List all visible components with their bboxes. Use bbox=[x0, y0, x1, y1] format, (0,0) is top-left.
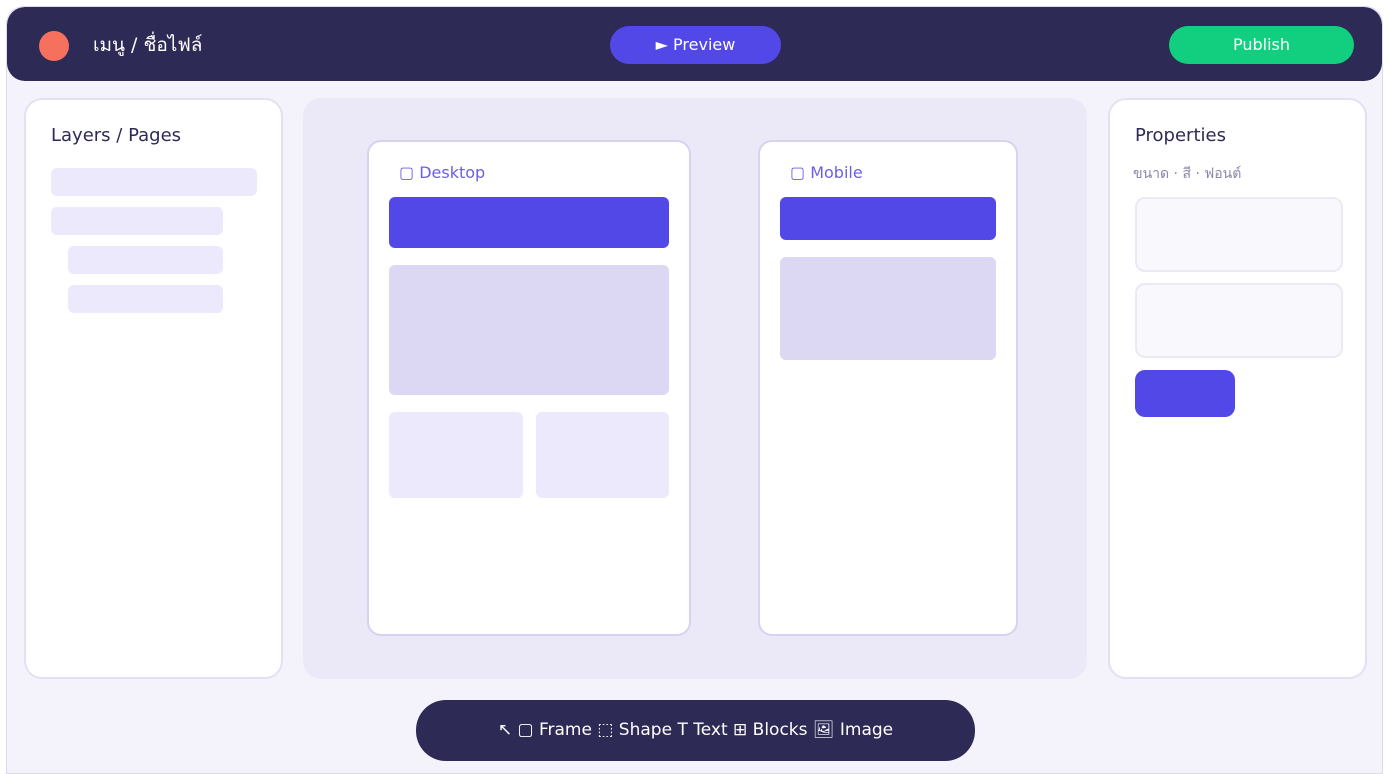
publish-button[interactable]: Publish bbox=[1169, 26, 1354, 64]
app-window: เมนู / ชื่อไฟล์ ► Preview Publish Layers… bbox=[6, 6, 1383, 774]
desktop-card-block[interactable] bbox=[389, 412, 523, 498]
desktop-media-block[interactable] bbox=[389, 265, 669, 395]
desktop-hero-block[interactable] bbox=[389, 197, 669, 248]
desktop-frame[interactable]: ▢ Desktop bbox=[367, 140, 691, 636]
layer-item[interactable] bbox=[68, 246, 223, 274]
preview-button[interactable]: ► Preview bbox=[610, 26, 781, 64]
layers-panel: Layers / Pages bbox=[24, 98, 283, 679]
desktop-frame-label: ▢ Desktop bbox=[399, 163, 486, 182]
layer-item[interactable] bbox=[51, 207, 223, 235]
mobile-hero-block[interactable] bbox=[780, 197, 996, 240]
mobile-frame-label: ▢ Mobile bbox=[790, 163, 863, 182]
design-canvas[interactable]: ▢ Desktop ▢ Mobile bbox=[303, 98, 1087, 679]
status-dot-icon bbox=[39, 31, 69, 61]
mobile-frame[interactable]: ▢ Mobile bbox=[758, 140, 1018, 636]
top-bar: เมนู / ชื่อไฟล์ ► Preview Publish bbox=[7, 7, 1382, 81]
file-title: เมนู / ชื่อไฟล์ bbox=[93, 34, 203, 56]
tool-dock[interactable]: ↖ ▢ Frame ⬚ Shape T Text ⊞ Blocks 🖼 Imag… bbox=[416, 700, 975, 761]
desktop-card-block[interactable] bbox=[536, 412, 669, 498]
layer-item[interactable] bbox=[68, 285, 223, 313]
layers-panel-title: Layers / Pages bbox=[51, 125, 182, 146]
apply-button[interactable] bbox=[1135, 370, 1235, 417]
property-field[interactable] bbox=[1135, 197, 1343, 272]
property-field[interactable] bbox=[1135, 283, 1343, 358]
properties-panel: Properties ขนาด · สี · ฟอนต์ bbox=[1108, 98, 1367, 679]
properties-subtitle: ขนาด · สี · ฟอนต์ bbox=[1133, 166, 1242, 182]
layer-item[interactable] bbox=[51, 168, 257, 196]
mobile-media-block[interactable] bbox=[780, 257, 996, 360]
properties-panel-title: Properties bbox=[1135, 125, 1226, 146]
